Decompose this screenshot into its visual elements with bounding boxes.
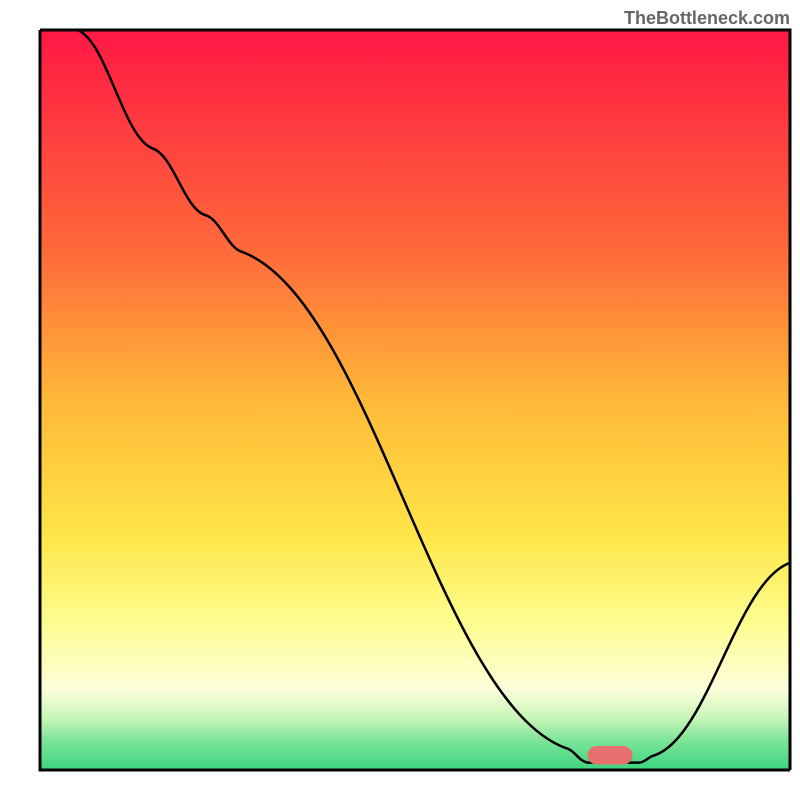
optimal-marker — [588, 746, 633, 765]
watermark-text: TheBottleneck.com — [624, 8, 790, 29]
gradient-background — [40, 30, 790, 770]
chart-container: TheBottleneck.com — [0, 0, 800, 800]
bottleneck-chart — [0, 0, 800, 800]
